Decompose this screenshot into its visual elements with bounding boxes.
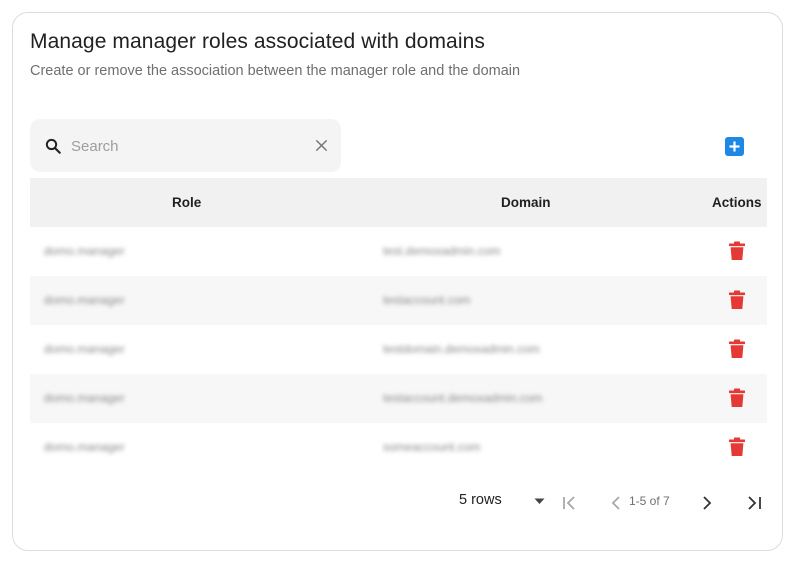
rows-per-page-select[interactable]: 5 rows: [459, 492, 502, 508]
first-page-icon[interactable]: [561, 494, 579, 512]
next-page-icon[interactable]: [697, 494, 715, 512]
domain-cell: testaccount.demoxadmin.com: [383, 391, 543, 405]
caret-down-icon[interactable]: [534, 498, 545, 505]
table-row: domo.manager someaccount.com: [30, 423, 767, 472]
last-page-icon[interactable]: [745, 494, 763, 512]
prev-page-icon[interactable]: [608, 494, 626, 512]
search-icon: [45, 138, 61, 154]
roles-table: Role Domain Actions domo.manager test.de…: [30, 178, 767, 472]
domain-cell: testdomain.demoxadmin.com: [383, 342, 540, 356]
table-row: domo.manager testdomain.demoxadmin.com: [30, 325, 767, 374]
pagination: 5 rows 1-5 of 7: [30, 488, 767, 518]
role-cell: domo.manager: [44, 244, 125, 258]
table-row: domo.manager testaccount.com: [30, 276, 767, 325]
table-row: domo.manager testaccount.demoxadmin.com: [30, 374, 767, 423]
trash-icon[interactable]: [728, 339, 746, 359]
role-cell: domo.manager: [44, 293, 125, 307]
close-icon[interactable]: [314, 138, 329, 153]
role-cell: domo.manager: [44, 440, 125, 454]
add-association-button[interactable]: [725, 137, 744, 156]
column-header-actions: Actions: [712, 195, 762, 210]
domain-cell: someaccount.com: [383, 440, 481, 454]
column-header-role[interactable]: Role: [172, 195, 201, 210]
domain-cell: test.demoxadmin.com: [383, 244, 501, 258]
column-header-domain[interactable]: Domain: [501, 195, 551, 210]
trash-icon[interactable]: [728, 290, 746, 310]
page-range: 1-5 of 7: [629, 494, 670, 508]
manage-roles-card: Manage manager roles associated with dom…: [12, 12, 783, 551]
role-cell: domo.manager: [44, 342, 125, 356]
trash-icon[interactable]: [728, 388, 746, 408]
search-input[interactable]: [71, 133, 281, 159]
trash-icon[interactable]: [728, 241, 746, 261]
domain-cell: testaccount.com: [383, 293, 471, 307]
plus-square-icon: [729, 141, 740, 152]
role-cell: domo.manager: [44, 391, 125, 405]
search-box: [30, 119, 341, 172]
table-header: Role Domain Actions: [30, 178, 767, 227]
page-subtitle: Create or remove the association between…: [30, 63, 521, 79]
page-title: Manage manager roles associated with dom…: [30, 30, 485, 53]
table-row: domo.manager test.demoxadmin.com: [30, 227, 767, 276]
trash-icon[interactable]: [728, 437, 746, 457]
